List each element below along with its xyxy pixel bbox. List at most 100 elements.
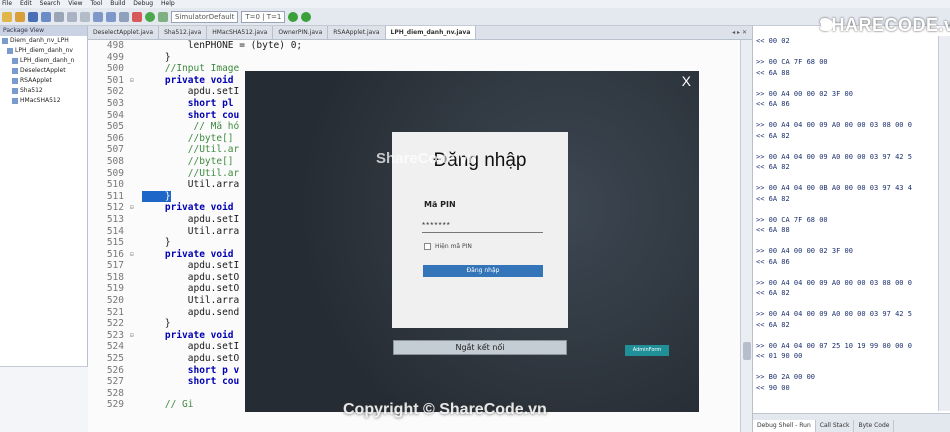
- fold-icon[interactable]: [130, 237, 142, 249]
- fold-icon[interactable]: [130, 40, 142, 52]
- undo-icon[interactable]: [93, 11, 103, 22]
- fold-icon[interactable]: ⊟: [130, 202, 142, 214]
- tab-nav-icon[interactable]: ◂ ▸ ✕: [727, 26, 752, 39]
- t-select[interactable]: T=0 | T=1: [241, 10, 286, 23]
- editor-tab[interactable]: DeselectApplet.java: [88, 26, 160, 39]
- tree-item[interactable]: LPH_diem_danh_n: [0, 56, 87, 66]
- save-all-icon[interactable]: [41, 11, 51, 22]
- debug-line: [753, 362, 939, 373]
- fold-icon[interactable]: [130, 156, 142, 168]
- tree-item[interactable]: LPH_diem_danh_nv: [0, 46, 87, 56]
- fold-icon[interactable]: [130, 388, 142, 400]
- power-icon[interactable]: [301, 11, 312, 22]
- code-text: apdu.setI: [142, 86, 240, 98]
- fold-icon[interactable]: [130, 110, 142, 122]
- fold-icon[interactable]: [130, 272, 142, 284]
- close-button[interactable]: X: [682, 73, 691, 89]
- menu-item[interactable]: Build: [110, 0, 125, 8]
- fold-icon[interactable]: [130, 226, 142, 238]
- debug-line: << 6A 82: [756, 320, 790, 329]
- fold-icon[interactable]: [130, 353, 142, 365]
- admin-form-button[interactable]: AdminForm: [625, 345, 669, 356]
- fold-icon[interactable]: ⊟: [130, 330, 142, 342]
- cut-icon[interactable]: [54, 11, 64, 22]
- show-pin-option[interactable]: Hiện mã PIN: [424, 243, 472, 250]
- fold-icon[interactable]: [130, 63, 142, 75]
- fold-icon[interactable]: [130, 214, 142, 226]
- fold-icon[interactable]: ⊟: [130, 75, 142, 87]
- menu-item[interactable]: Search: [40, 0, 61, 8]
- debug-icon[interactable]: [158, 11, 168, 22]
- fold-icon[interactable]: [130, 365, 142, 377]
- fold-icon[interactable]: [130, 260, 142, 272]
- editor-tab[interactable]: LPH_diem_danh_nv.java: [385, 26, 477, 39]
- fold-icon[interactable]: [130, 144, 142, 156]
- copy-icon[interactable]: [67, 11, 77, 22]
- menu-item[interactable]: File: [2, 0, 12, 8]
- disconnect-button[interactable]: Ngắt kết nối: [393, 340, 567, 355]
- editor-tab[interactable]: RSAApplet.java: [328, 26, 386, 39]
- tree-item[interactable]: DeselectApplet: [0, 66, 87, 76]
- code-text: apdu.setO: [142, 283, 240, 295]
- fold-icon[interactable]: [130, 295, 142, 307]
- menu-item[interactable]: View: [68, 0, 82, 8]
- editor-scroll-thumb[interactable]: [743, 342, 751, 360]
- fold-icon[interactable]: [130, 283, 142, 295]
- connect-icon[interactable]: [288, 11, 299, 22]
- menu-item[interactable]: Edit: [20, 0, 32, 8]
- fold-icon[interactable]: ⊟: [130, 249, 142, 261]
- run-icon[interactable]: [145, 11, 155, 22]
- fold-icon[interactable]: [130, 98, 142, 110]
- fold-icon[interactable]: [130, 121, 142, 133]
- tree-item[interactable]: RSAApplet: [0, 76, 87, 86]
- code-text: short p v: [142, 364, 240, 376]
- fold-icon[interactable]: [130, 341, 142, 353]
- fold-icon[interactable]: [130, 168, 142, 180]
- fold-icon[interactable]: [130, 307, 142, 319]
- debug-scrollbar[interactable]: [938, 36, 950, 411]
- tree-item-label: LPH_diem_danh_n: [20, 57, 75, 64]
- fold-icon[interactable]: [130, 52, 142, 64]
- login-button[interactable]: Đăng nhập: [423, 265, 543, 277]
- redo-icon[interactable]: [106, 11, 116, 22]
- tree-item[interactable]: Sha512: [0, 86, 87, 96]
- debug-output: << 00 02 >> 00 CA 7F 68 00 << 6A 88 >> 00 A…: [753, 36, 939, 411]
- debug-line: << 01 90 00: [756, 352, 803, 360]
- fold-icon[interactable]: [130, 133, 142, 145]
- menu-item[interactable]: Tool: [91, 0, 103, 8]
- editor-tab[interactable]: Sha512.java: [159, 26, 208, 39]
- code-text: apdu.setI: [142, 341, 240, 353]
- debug-tab[interactable]: Byte Code: [854, 420, 895, 432]
- menu-item[interactable]: Help: [161, 0, 175, 8]
- debug-line: << 6A 86: [756, 100, 790, 108]
- fold-icon[interactable]: [130, 86, 142, 98]
- debug-tab[interactable]: Debug Shell - Run: [753, 420, 816, 432]
- tree-item[interactable]: HMacSHA512: [0, 96, 87, 106]
- open-folder-icon[interactable]: [15, 11, 25, 22]
- debug-tab[interactable]: Call Stack: [816, 420, 855, 432]
- fold-icon[interactable]: [130, 191, 142, 203]
- new-file-icon[interactable]: [2, 11, 12, 22]
- file-icon: [7, 48, 13, 54]
- find-icon[interactable]: [119, 11, 129, 22]
- stop-icon[interactable]: [132, 11, 142, 22]
- fold-icon[interactable]: [130, 318, 142, 330]
- menu-item[interactable]: Debug: [133, 0, 153, 8]
- editor-tab[interactable]: HMacSHA512.java: [207, 26, 274, 39]
- line-number: 502: [106, 86, 124, 98]
- editor-scrollbar[interactable]: [740, 40, 752, 432]
- paste-icon[interactable]: [80, 11, 90, 22]
- code-text: //Util.ar: [142, 167, 240, 179]
- debug-panel: << 00 02 >> 00 CA 7F 68 00 << 6A 88 >> 00 A…: [752, 26, 950, 432]
- show-pin-checkbox[interactable]: [424, 243, 431, 250]
- pin-input[interactable]: [422, 219, 543, 233]
- simulator-select[interactable]: SimulatorDefault: [171, 10, 239, 23]
- save-icon[interactable]: [28, 11, 38, 22]
- fold-icon[interactable]: [130, 399, 142, 411]
- watermark-center: ShareCode.vn: [376, 150, 477, 167]
- fold-icon[interactable]: [130, 376, 142, 388]
- code-text: private void: [142, 248, 234, 260]
- tree-item[interactable]: Diem_danh_nv_LPH: [0, 36, 87, 46]
- fold-icon[interactable]: [130, 179, 142, 191]
- editor-tab[interactable]: OwnerPIN.java: [273, 26, 329, 39]
